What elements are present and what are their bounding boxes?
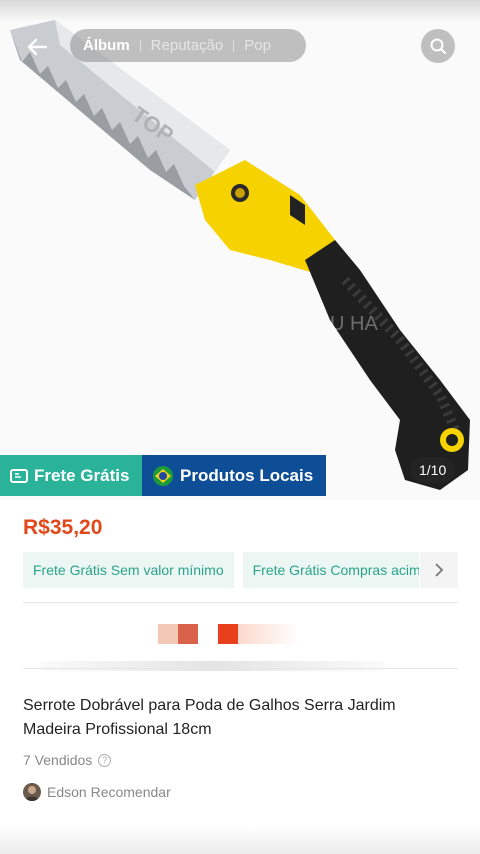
recommender-label: Edson Recomendar — [47, 784, 171, 800]
free-shipping-banner: Frete Grátis — [0, 455, 142, 496]
product-image[interactable]: TOP U HA — [0, 0, 480, 500]
shipping-chip-no-minimum[interactable]: Frete Grátis Sem valor mínimo — [23, 552, 234, 588]
search-button[interactable] — [421, 29, 455, 63]
blurred-swatch — [158, 624, 178, 644]
blurred-swatch — [218, 624, 238, 644]
divider — [23, 602, 458, 603]
shipping-chips: Frete Grátis Sem valor mínimo Frete Grát… — [23, 552, 458, 588]
tab-divider — [139, 39, 141, 52]
search-icon — [430, 38, 446, 54]
product-price: R$35,20 — [23, 516, 103, 539]
sold-count: 7 Vendidos ? — [23, 752, 112, 768]
folding-saw-image: TOP U HA — [10, 20, 470, 490]
shipping-chip-above[interactable]: Frete Grátis Compras acima — [242, 552, 419, 588]
bottom-fade — [0, 826, 480, 854]
tab-reputation[interactable]: Reputação — [151, 37, 224, 54]
product-title: Serrote Dobrável para Poda de Galhos Ser… — [23, 697, 396, 738]
local-products-label: Produtos Locais — [180, 465, 314, 485]
sold-count-label: 7 Vendidos — [23, 752, 93, 768]
tab-album[interactable]: Álbum — [83, 37, 130, 54]
blurred-swatch — [198, 624, 218, 644]
status-fade — [0, 0, 480, 22]
blurred-swatch — [178, 624, 198, 644]
chevron-right-icon — [435, 563, 444, 577]
blurred-variant-row — [158, 624, 298, 644]
help-icon[interactable]: ? — [98, 753, 112, 767]
watermark-text: U HA — [330, 313, 378, 335]
truck-icon — [10, 468, 28, 484]
tab-divider — [233, 39, 235, 52]
header-tabs: Álbum Reputação Pop — [70, 29, 306, 62]
recommender[interactable]: Edson Recomendar — [23, 783, 171, 801]
image-counter: 1/10 — [410, 457, 456, 483]
back-arrow-icon — [27, 38, 48, 56]
brazil-flag-icon — [152, 465, 174, 487]
back-button[interactable] — [20, 30, 54, 64]
local-products-banner: Produtos Locais — [142, 455, 326, 496]
avatar — [23, 783, 41, 801]
divider — [23, 668, 458, 669]
free-shipping-label: Frete Grátis — [34, 465, 130, 485]
blurred-swatch — [238, 624, 298, 644]
more-shipping-button[interactable] — [420, 552, 458, 588]
blurred-bar — [40, 661, 385, 671]
tab-popular[interactable]: Pop — [244, 37, 271, 54]
